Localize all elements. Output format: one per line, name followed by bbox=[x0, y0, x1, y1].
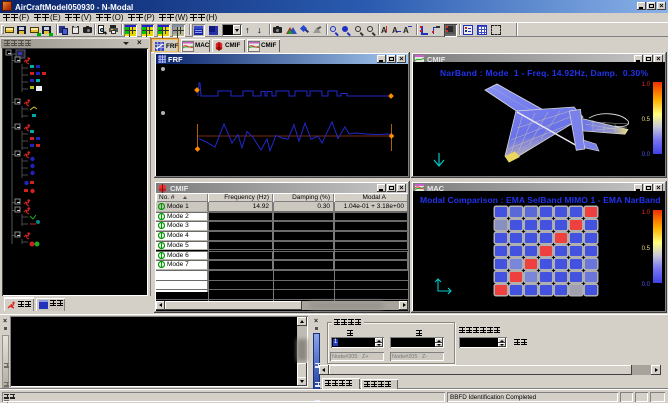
svg-text:0.5: 0.5 bbox=[642, 246, 651, 252]
svg-text:0.5: 0.5 bbox=[642, 117, 651, 123]
svg-text:0.0: 0.0 bbox=[642, 152, 651, 158]
svg-text:1.0: 1.0 bbox=[642, 210, 651, 216]
svg-text:1.0: 1.0 bbox=[642, 82, 651, 88]
svg-text:0.0: 0.0 bbox=[642, 282, 651, 288]
